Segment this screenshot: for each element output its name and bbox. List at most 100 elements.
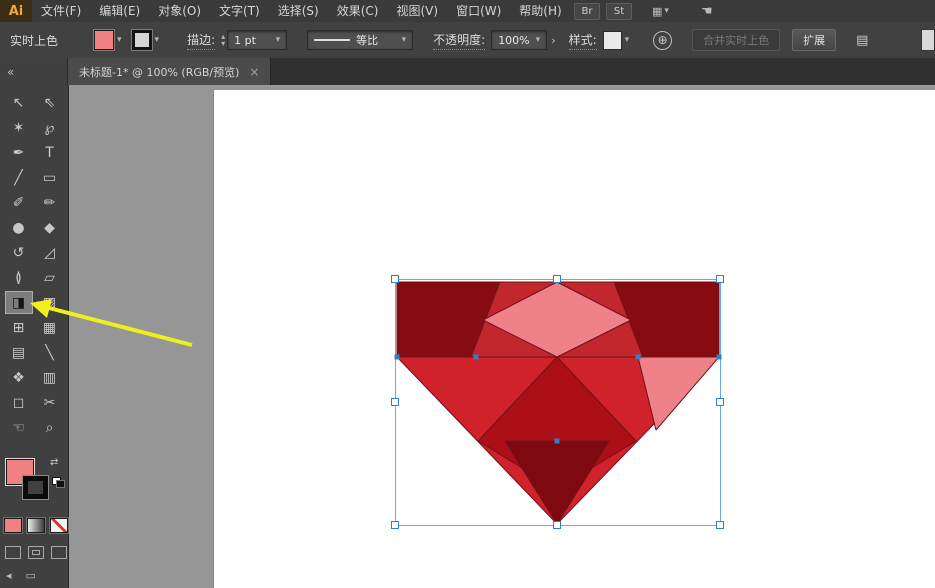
free-transform-tool[interactable]: ▱ — [36, 266, 64, 289]
eyedropper-tool[interactable]: ╲ — [36, 341, 64, 364]
blend-tool[interactable]: ❖ — [5, 366, 33, 389]
toolbar-collapse-button[interactable]: « — [0, 58, 68, 85]
screen-mode-icon[interactable]: ▭ — [26, 569, 36, 582]
menu-bar: Ai 文件(F)编辑(E)对象(O)文字(T)选择(S)效果(C)视图(V)窗口… — [0, 0, 935, 23]
live-paint-selection-tool[interactable]: ▨ — [36, 291, 64, 314]
menu-item-6[interactable]: 视图(V) — [387, 0, 447, 22]
line-segment-tool[interactable]: ╱ — [5, 166, 33, 189]
gradient-tool[interactable]: ▤ — [5, 341, 33, 364]
zoom-tool[interactable]: ⌕ — [36, 416, 64, 439]
chevron-down-icon: ▾ — [276, 35, 281, 45]
chevron-down-icon: ▾ — [155, 35, 160, 45]
control-panel-menu-icon[interactable]: ▤ — [856, 33, 868, 48]
draw-inside-mode-button[interactable] — [51, 546, 67, 559]
perspective-grid-tool[interactable]: ⊞ — [5, 316, 33, 339]
rectangle-tool[interactable]: ▭ — [36, 166, 64, 189]
document-tab-title: 未标题-1* @ 100% (RGB/预览) — [79, 64, 239, 80]
menu-item-2[interactable]: 对象(O) — [149, 0, 210, 22]
draw-normal-mode-button[interactable] — [5, 546, 21, 559]
chevron-down-icon: ▾ — [402, 35, 407, 45]
stroke-width-dropdown[interactable]: 1 pt ▾ — [227, 30, 287, 50]
hand-tool[interactable]: ☜ — [5, 416, 33, 439]
style-dropdown[interactable]: ▾ — [603, 31, 630, 50]
selection-tool[interactable]: ↖ — [5, 91, 33, 114]
recolor-artwork-icon[interactable]: ⊕ — [653, 31, 672, 50]
drawing-mode-row — [5, 546, 67, 559]
scale-tool[interactable]: ◿ — [36, 241, 64, 264]
chevron-down-icon: ▾ — [664, 6, 669, 16]
column-graph-tool[interactable]: ▥ — [36, 366, 64, 389]
stroke-label[interactable]: 描边: — [187, 31, 215, 50]
menu-item-0[interactable]: 文件(F) — [32, 0, 90, 22]
rotate-tool[interactable]: ↺ — [5, 241, 33, 264]
workspace-switcher[interactable]: ▦▾ — [652, 5, 669, 18]
expand-button[interactable]: 扩展 — [792, 29, 836, 51]
fill-color-swatch[interactable] — [94, 30, 114, 50]
width-tool[interactable]: ≬ — [5, 266, 33, 289]
tool-panel: ↖⇖✶℘✒T╱▭✐✏●◆↺◿≬▱◨▨⊞▦▤╲❖▥◻✂☜⌕ ⇄ ◂ ▭ — [0, 85, 69, 588]
opacity-label[interactable]: 不透明度: — [433, 31, 485, 50]
opacity-value: 100% — [498, 34, 529, 47]
menu-item-1[interactable]: 编辑(E) — [90, 0, 149, 22]
merge-live-paint-button: 合并实时上色 — [692, 29, 780, 51]
default-colors-icon[interactable] — [52, 477, 64, 487]
eraser-tool[interactable]: ◆ — [36, 216, 64, 239]
swap-colors-icon[interactable]: ⇄ — [50, 457, 58, 468]
menu-item-4[interactable]: 选择(S) — [269, 0, 328, 22]
pen-tool[interactable]: ✒ — [5, 141, 33, 164]
stroke-profile-preview — [314, 39, 350, 41]
workspace-grid-icon: ▦ — [652, 5, 662, 18]
stepper-down-icon[interactable]: ▾ — [221, 40, 225, 47]
blob-brush-tool[interactable]: ● — [5, 216, 33, 239]
tab-bar-spacer — [271, 58, 935, 85]
stroke-width-value: 1 pt — [234, 34, 256, 47]
none-button[interactable] — [50, 518, 68, 533]
screen-mode-arrow-icon[interactable]: ◂ — [6, 569, 12, 582]
direct-selection-tool[interactable]: ⇖ — [36, 91, 64, 114]
collapse-chevrons-icon: « — [7, 65, 14, 79]
stock-button[interactable]: St — [606, 3, 632, 20]
style-label[interactable]: 样式: — [569, 31, 597, 50]
mesh-tool[interactable]: ▦ — [36, 316, 64, 339]
color-button[interactable] — [4, 518, 22, 533]
menu-bar-right: Br St ▦▾ ☚ — [574, 0, 713, 22]
document-tab[interactable]: 未标题-1* @ 100% (RGB/预览) × — [68, 58, 271, 85]
artboard[interactable] — [213, 90, 935, 588]
menu-item-7[interactable]: 窗口(W) — [447, 0, 510, 22]
opacity-panel-chevron-icon[interactable]: › — [551, 34, 555, 47]
fill-color-control[interactable]: ▾ — [94, 30, 122, 50]
stroke-color-swatch[interactable] — [132, 30, 152, 50]
paintbrush-tool[interactable]: ✐ — [5, 191, 33, 214]
tab-bar: « 未标题-1* @ 100% (RGB/预览) × — [0, 58, 935, 85]
menu-item-3[interactable]: 文字(T) — [210, 0, 269, 22]
gradient-button[interactable] — [27, 518, 45, 533]
control-bar: 实时上色 ▾ ▾ 描边: ▴ ▾ 1 pt ▾ 等比 ▾ 不透明度: 100% … — [0, 22, 935, 59]
opacity-input[interactable]: 100% ▾ — [491, 30, 547, 50]
menu-item-5[interactable]: 效果(C) — [328, 0, 388, 22]
default-stroke-mini — [56, 480, 65, 488]
partial-panel-icon[interactable] — [921, 29, 935, 51]
lasso-tool[interactable]: ℘ — [36, 116, 64, 139]
magic-wand-tool[interactable]: ✶ — [5, 116, 33, 139]
style-swatch[interactable] — [603, 31, 622, 50]
artboard-tool[interactable]: ◻ — [5, 391, 33, 414]
chevron-down-icon: ▾ — [625, 35, 630, 45]
type-tool[interactable]: T — [36, 141, 64, 164]
tool-grid: ↖⇖✶℘✒T╱▭✐✏●◆↺◿≬▱◨▨⊞▦▤╲❖▥◻✂☜⌕ — [3, 90, 65, 440]
bridge-button[interactable]: Br — [574, 3, 600, 20]
slice-tool[interactable]: ✂ — [36, 391, 64, 414]
pencil-tool[interactable]: ✏ — [36, 191, 64, 214]
stroke-color-control[interactable]: ▾ — [132, 30, 160, 50]
draw-behind-mode-button[interactable] — [28, 546, 44, 559]
tab-close-icon[interactable]: × — [249, 65, 259, 79]
context-label: 实时上色 — [10, 32, 58, 49]
hand-gesture-icon[interactable]: ☚ — [701, 4, 713, 19]
width-profile-dropdown[interactable]: 等比 ▾ — [307, 30, 413, 50]
menu-item-8[interactable]: 帮助(H) — [510, 0, 570, 22]
profile-value: 等比 — [356, 32, 378, 48]
chevron-down-icon: ▾ — [117, 35, 122, 45]
stroke-width-stepper[interactable]: ▴ ▾ — [221, 33, 225, 47]
live-paint-bucket-tool[interactable]: ◨ — [5, 291, 33, 314]
app-logo: Ai — [0, 0, 32, 22]
stroke-swatch[interactable] — [23, 476, 48, 499]
